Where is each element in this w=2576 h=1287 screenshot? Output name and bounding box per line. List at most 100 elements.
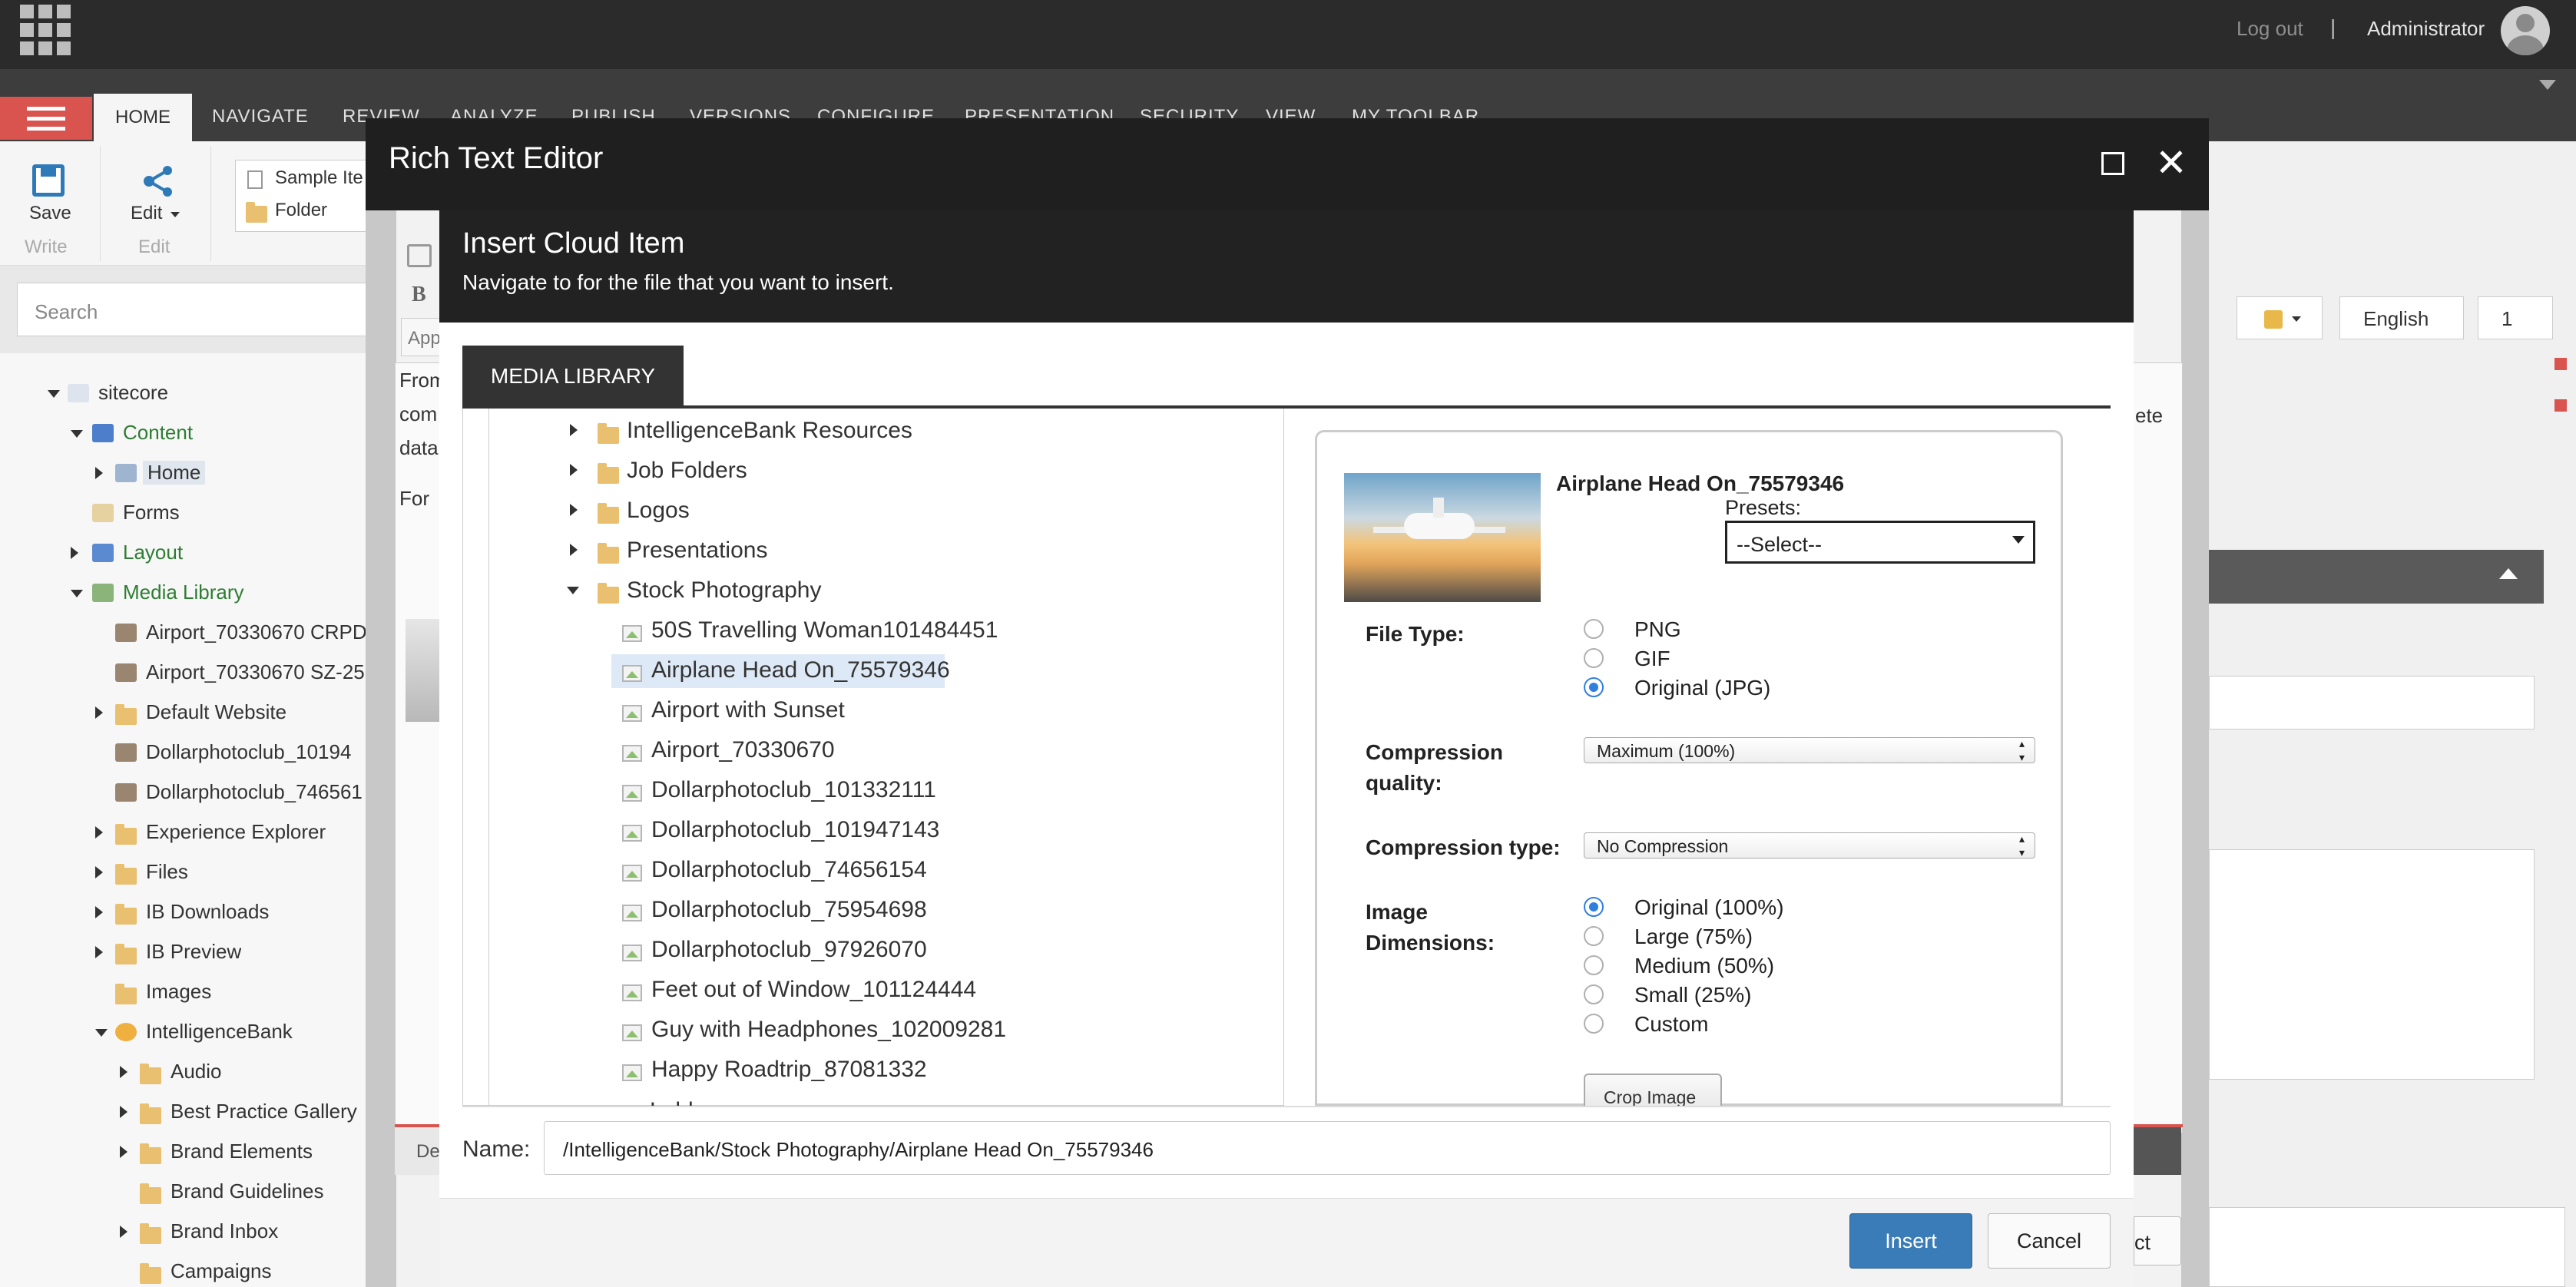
media-tree-item[interactable]: Airport with Sunset: [651, 697, 845, 723]
tree-item[interactable]: Audio: [171, 1060, 222, 1084]
media-tree-item[interactable]: Job Folders: [627, 458, 747, 484]
tree-item[interactable]: Best Practice Gallery: [171, 1100, 357, 1123]
compression-quality-select[interactable]: Maximum (100%): [1584, 736, 2035, 764]
media-tree-item[interactable]: Airport_70330670: [651, 737, 835, 763]
field-input[interactable]: [2209, 676, 2535, 730]
save-icon[interactable]: [32, 164, 65, 197]
tab-home[interactable]: HOME: [94, 94, 192, 141]
tree-item[interactable]: IntelligenceBank: [146, 1020, 293, 1044]
expand-right-icon[interactable]: [570, 544, 578, 556]
language-dropdown[interactable]: English: [2339, 296, 2464, 339]
expand-right-icon[interactable]: [120, 1066, 127, 1078]
media-tree-item[interactable]: Dollarphotoclub_101332111: [651, 777, 936, 803]
tree-item[interactable]: Content: [123, 421, 193, 445]
insert-button[interactable]: Insert: [1849, 1213, 1972, 1269]
media-tree-item[interactable]: Dollarphotoclub_75954698: [651, 897, 927, 923]
media-tree-item[interactable]: Dollarphotoclub_74656154: [651, 857, 927, 883]
presets-select[interactable]: --Select--: [1725, 521, 2035, 564]
tree-item[interactable]: Brand Guidelines: [171, 1179, 323, 1203]
rte-cancel-button[interactable]: ct: [2134, 1216, 2181, 1265]
dimension-custom-radio[interactable]: [1584, 1014, 1604, 1034]
expand-right-icon[interactable]: [95, 866, 103, 878]
menu-icon[interactable]: [0, 97, 92, 140]
edit-icon[interactable]: [138, 163, 177, 200]
tree-item[interactable]: Campaigns: [171, 1259, 272, 1283]
tab-media-library[interactable]: MEDIA LIBRARY: [462, 346, 684, 407]
media-tree-item[interactable]: Dollarphotoclub_97926070: [651, 937, 927, 963]
tree-item[interactable]: Media Library: [123, 581, 244, 604]
app-launcher-icon[interactable]: [20, 5, 71, 55]
tree-item[interactable]: Dollarphotoclub_10194: [146, 740, 351, 764]
expand-right-icon[interactable]: [120, 1146, 127, 1158]
expand-right-icon[interactable]: [570, 464, 578, 476]
version-dropdown[interactable]: 1: [2478, 296, 2553, 339]
bold-icon[interactable]: B: [412, 283, 426, 307]
dimension-small-radio[interactable]: [1584, 984, 1604, 1004]
search-input[interactable]: Search: [17, 283, 386, 336]
rte-mode-tab[interactable]: [2134, 1127, 2181, 1175]
expand-right-icon[interactable]: [71, 547, 78, 559]
media-tree-item[interactable]: Feet out of Window_101124444: [651, 977, 976, 1003]
section-header[interactable]: [2209, 550, 2544, 604]
print-icon[interactable]: [407, 244, 432, 267]
dimension-original-radio[interactable]: [1584, 897, 1604, 917]
expand-right-icon[interactable]: [120, 1226, 127, 1238]
media-tree-item[interactable]: Dollarphotoclub_101947143: [651, 817, 939, 843]
tab-navigate[interactable]: NAVIGATE: [212, 106, 309, 127]
file-type-png-radio[interactable]: [1584, 619, 1604, 639]
media-tree-item[interactable]: Guy with Headphones_102009281: [651, 1017, 1006, 1043]
tree-item[interactable]: Brand Elements: [171, 1140, 313, 1163]
chevron-down-icon[interactable]: [2539, 80, 2556, 90]
compression-type-select[interactable]: No Compression: [1584, 832, 2035, 859]
expand-right-icon[interactable]: [95, 467, 103, 479]
tree-item[interactable]: Forms: [123, 501, 180, 524]
chevron-up-icon[interactable]: [2499, 568, 2518, 579]
expand-down-icon[interactable]: [567, 587, 579, 594]
logout-link[interactable]: Log out: [2237, 17, 2303, 41]
expand-down-icon[interactable]: [71, 590, 83, 597]
user-name[interactable]: Administrator: [2367, 17, 2485, 41]
tree-item[interactable]: Airport_70330670 CRPD-I: [146, 620, 366, 644]
apply-dropdown[interactable]: App: [401, 318, 442, 356]
avatar[interactable]: [2501, 6, 2550, 55]
expand-down-icon[interactable]: [48, 390, 60, 398]
tree-item[interactable]: Layout: [123, 541, 183, 564]
tree-item[interactable]: Experience Explorer: [146, 820, 326, 844]
media-tree-item[interactable]: IntelligenceBank Resources: [627, 418, 912, 444]
expand-right-icon[interactable]: [120, 1106, 127, 1118]
name-input[interactable]: /IntelligenceBank/Stock Photography/Airp…: [544, 1121, 2111, 1175]
insert-sample-item[interactable]: Sample Ite: [275, 167, 363, 189]
tree-item[interactable]: Home: [143, 461, 206, 485]
field-textarea[interactable]: [2209, 849, 2535, 1080]
maximize-icon[interactable]: [2101, 152, 2124, 175]
media-tree-item[interactable]: Logos: [627, 498, 690, 524]
tree-item[interactable]: Files: [146, 860, 188, 884]
expand-right-icon[interactable]: [95, 826, 103, 839]
dimension-large-radio[interactable]: [1584, 926, 1604, 946]
tree-item[interactable]: IB Downloads: [146, 900, 269, 924]
expand-right-icon[interactable]: [95, 946, 103, 958]
expand-down-icon[interactable]: [95, 1029, 108, 1037]
file-type-gif-radio[interactable]: [1584, 648, 1604, 668]
cancel-button[interactable]: Cancel: [1988, 1213, 2111, 1269]
tree-item[interactable]: sitecore: [98, 381, 168, 405]
expand-right-icon[interactable]: [570, 424, 578, 436]
tree-item[interactable]: Airport_70330670 SZ-25: [146, 660, 365, 684]
expand-right-icon[interactable]: [95, 706, 103, 719]
tree-item[interactable]: IB Preview: [146, 940, 241, 964]
media-tree-item[interactable]: Presentations: [627, 538, 767, 564]
tree-item[interactable]: Brand Inbox: [171, 1219, 278, 1243]
tree-item[interactable]: Dollarphotoclub_746561: [146, 780, 363, 804]
expand-right-icon[interactable]: [570, 504, 578, 516]
tree-item[interactable]: Default Website: [146, 700, 286, 724]
tab-design[interactable]: De: [395, 1127, 441, 1175]
dimension-medium-radio[interactable]: [1584, 955, 1604, 975]
media-tree-item[interactable]: Stock Photography: [627, 577, 822, 604]
expand-right-icon[interactable]: [95, 906, 103, 918]
crop-image-button[interactable]: Crop Image: [1584, 1074, 1722, 1106]
media-tree-item[interactable]: Airplane Head On_75579346: [651, 657, 950, 683]
edit-button[interactable]: Edit: [131, 203, 162, 224]
close-icon[interactable]: ✕: [2155, 144, 2187, 182]
save-button[interactable]: Save: [29, 203, 71, 224]
chevron-down-icon[interactable]: [171, 212, 180, 217]
